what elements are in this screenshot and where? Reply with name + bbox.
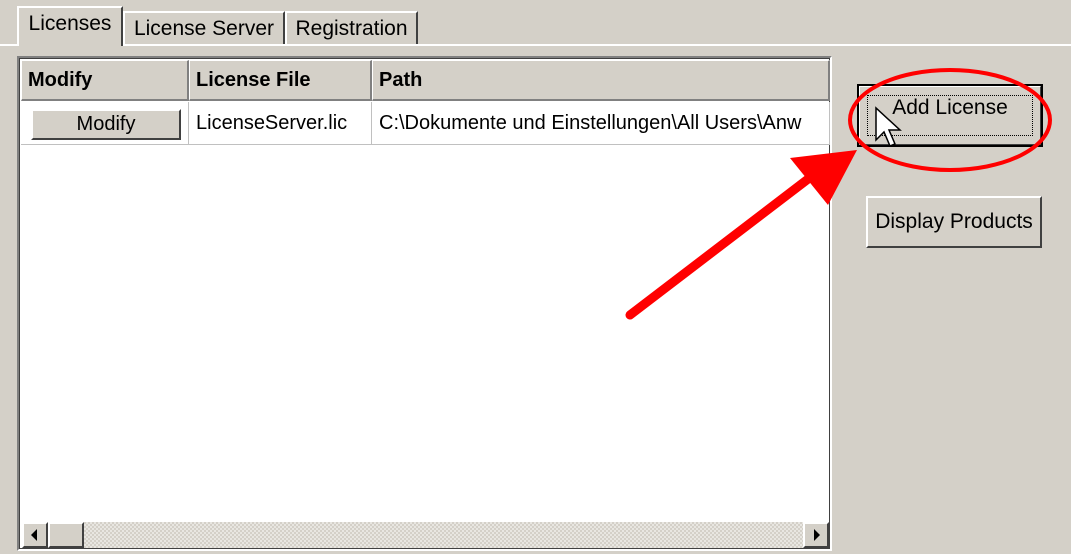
table-row-cell-path[interactable]: C:\Dokumente und Einstellungen\All Users… <box>372 102 830 145</box>
tab-underline <box>0 44 1071 46</box>
scroll-thumb[interactable] <box>48 522 84 548</box>
table-row-cell-license-file[interactable]: LicenseServer.lic <box>189 102 372 145</box>
horizontal-scrollbar[interactable] <box>22 522 829 548</box>
tab-licenses[interactable]: Licenses <box>17 6 123 46</box>
tab-registration[interactable]: Registration <box>285 11 418 45</box>
column-header-path[interactable]: Path <box>372 60 830 101</box>
licenses-grid[interactable]: Modify License File Path Modify LicenseS… <box>17 56 832 551</box>
scroll-left-button[interactable] <box>22 522 48 548</box>
display-products-button[interactable]: Display Products <box>866 196 1042 248</box>
scroll-left-arrow-icon <box>31 529 37 541</box>
scroll-right-button[interactable] <box>803 522 829 548</box>
tab-strip: Licenses License Server Registration <box>0 0 1071 48</box>
column-header-modify[interactable]: Modify <box>21 60 189 101</box>
tab-license-server[interactable]: License Server <box>123 11 285 45</box>
modify-button[interactable]: Modify <box>31 109 181 140</box>
column-header-license-file[interactable]: License File <box>189 60 372 101</box>
add-license-button[interactable]: Add License <box>857 84 1043 147</box>
scroll-right-arrow-icon <box>814 529 820 541</box>
add-license-label: Add License <box>892 96 1008 119</box>
